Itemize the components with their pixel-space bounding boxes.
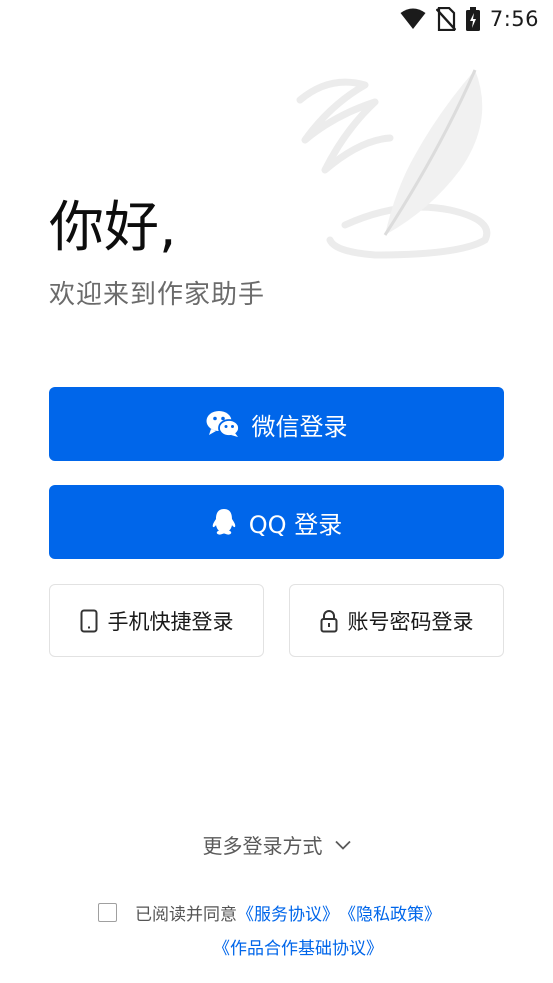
phone-login-label: 手机快捷登录 — [107, 609, 234, 634]
agreement-prefix: 已阅读并同意 — [135, 905, 237, 925]
agreement-line: 已阅读并同意 《服务协议》 《隐私政策》 — [98, 900, 441, 925]
feather-logo-icon — [296, 69, 491, 259]
more-login-label: 更多登录方式 — [202, 834, 323, 858]
greeting-title: 你好, — [49, 195, 177, 259]
more-login-options[interactable]: 更多登录方式 — [0, 830, 553, 859]
phone-icon — [80, 609, 97, 632]
status-icons: 7:56 — [400, 6, 539, 32]
agreement-checkbox[interactable] — [98, 903, 117, 922]
qq-login-label: QQ 登录 — [248, 510, 343, 539]
account-login-label: 账号密码登录 — [347, 609, 474, 634]
lock-icon — [320, 609, 337, 632]
qq-login-button[interactable]: QQ 登录 — [49, 485, 504, 559]
wifi-icon — [400, 8, 426, 29]
wechat-login-label: 微信登录 — [251, 412, 348, 441]
status-bar: 7:56 — [0, 0, 553, 38]
service-agreement-link[interactable]: 《服务协议》 — [237, 900, 339, 925]
wechat-icon — [206, 411, 240, 437]
qq-icon — [212, 509, 236, 535]
account-login-button[interactable]: 账号密码登录 — [289, 584, 504, 657]
status-time: 7:56 — [489, 7, 539, 31]
greeting-subtitle: 欢迎来到作家助手 — [49, 280, 266, 310]
wechat-login-button[interactable]: 微信登录 — [49, 387, 504, 461]
no-sim-icon — [435, 7, 456, 31]
privacy-policy-link[interactable]: 《隐私政策》 — [339, 900, 441, 925]
battery-charging-icon — [465, 7, 480, 31]
chevron-down-icon — [334, 840, 351, 850]
works-agreement-link[interactable]: 《作品合作基础协议》 — [213, 939, 383, 959]
agreement-line-2: 《作品合作基础协议》 — [213, 934, 383, 959]
phone-login-button[interactable]: 手机快捷登录 — [49, 584, 264, 657]
